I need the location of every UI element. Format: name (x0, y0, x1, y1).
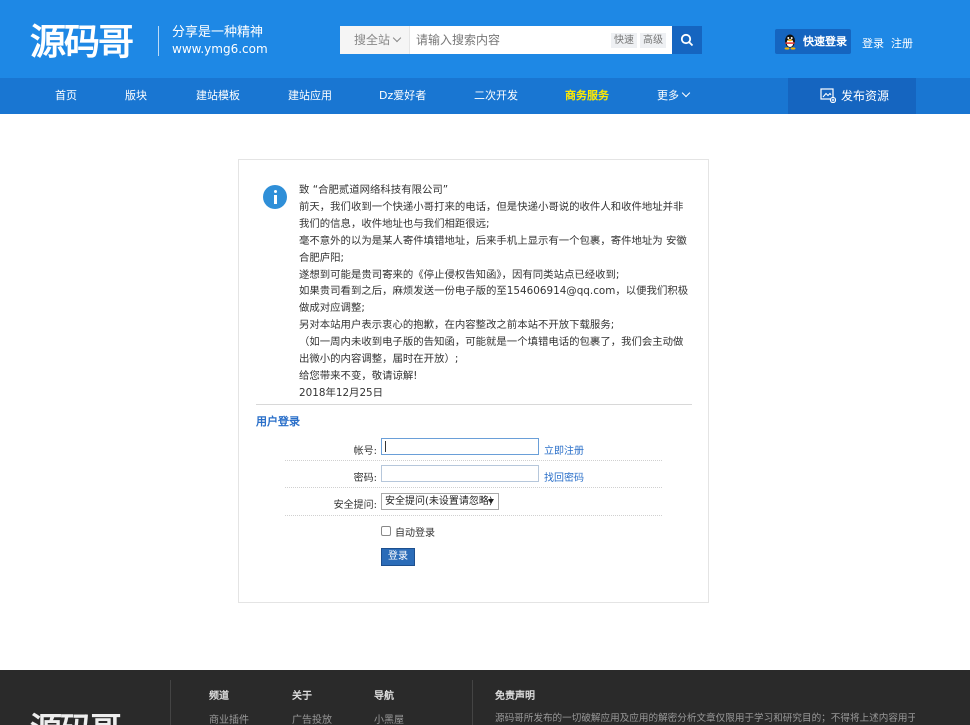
slogan: 分享是一种精神 www.ymg6.com (172, 25, 268, 57)
section-divider (256, 404, 692, 405)
notice-line: 给您带来不变，敬请谅解! (299, 369, 418, 382)
svg-text:源码哥: 源码哥 (30, 710, 121, 725)
nav-more-label: 更多 (657, 89, 679, 102)
info-icon (263, 185, 287, 209)
find-password-link[interactable]: 找回密码 (544, 469, 584, 484)
nav-item-templates[interactable]: 建站模板 (196, 78, 240, 114)
disclaimer-title: 免责声明 (495, 691, 535, 702)
qq-penguin-icon (784, 34, 796, 50)
nav-item-dev[interactable]: 二次开发 (474, 78, 518, 114)
search-bar: 搜全站 快速 高级 (340, 26, 702, 54)
footer-nav-title: 导航 (374, 691, 394, 702)
notice-line: 前天，我们收到一个快递小哥打来的电话，但是快递小哥说的收件人和收件地址并非我们的… (299, 200, 684, 230)
login-submit-button[interactable]: 登录 (381, 548, 415, 566)
notice-line: 毫不意外的以为是某人寄件填错地址，后来手机上显示有一个包裹，寄件地址为 安徽合肥… (299, 234, 687, 264)
site-header: 源码哥 分享是一种精神 www.ymg6.com 搜全站 快速 高级 (0, 0, 970, 78)
publish-icon (820, 88, 836, 103)
search-button[interactable] (672, 26, 702, 54)
security-question-value: 安全提问(未设置请忽略) (385, 496, 493, 507)
main-nav: 首页 版块 建站模板 建站应用 Dz爱好者 二次开发 商务服务 更多 发布资源 (0, 78, 970, 114)
footer-logo: 源码哥 (30, 710, 123, 725)
auto-login-label[interactable]: 自动登录 (395, 524, 435, 539)
site-footer: 源码哥 频道 商业插件 关于 广告投放 导航 小黑屋 免责声明 源码哥所发布的一… (0, 670, 970, 725)
search-scope-dropdown[interactable]: 搜全站 (340, 26, 410, 54)
chevron-down-icon (681, 88, 691, 98)
password-label: 密码: (353, 473, 377, 484)
footer-link-plugins[interactable]: 商业插件 (209, 711, 249, 725)
password-input[interactable] (381, 465, 539, 482)
disclaimer-text: 源码哥所发布的一切破解应用及应用的解密分析文章仅限用于学习和研究目的；不得将上述… (495, 713, 915, 724)
footer-about-title: 关于 (292, 691, 312, 702)
footer-divider (472, 680, 473, 725)
text-cursor (385, 441, 386, 452)
nav-item-more[interactable]: 更多 (657, 78, 691, 114)
auto-login-checkbox[interactable] (381, 526, 391, 536)
login-panel: 致 “合肥贰道网络科技有限公司” 前天，我们收到一个快递小哥打来的电话，但是快递… (238, 159, 709, 603)
publish-resource-button[interactable]: 发布资源 (788, 78, 916, 114)
row-divider (285, 460, 662, 461)
register-link[interactable]: 注册 (891, 35, 913, 51)
quick-login-label: 快速登录 (803, 35, 847, 48)
search-icon (680, 33, 694, 47)
advanced-search-tag[interactable]: 高级 (640, 33, 666, 48)
footer-divider (170, 680, 171, 725)
publish-label: 发布资源 (841, 89, 890, 103)
login-link[interactable]: 登录 (862, 35, 884, 51)
svg-text:源码哥: 源码哥 (30, 22, 133, 60)
search-input[interactable] (416, 30, 606, 50)
search-scope-label: 搜全站 (354, 33, 391, 47)
logo-divider (158, 26, 159, 56)
row-divider (285, 487, 662, 488)
footer-link-blackroom[interactable]: 小黑屋 (374, 711, 404, 725)
notice-line: 遂想到可能是贵司寄来的《停止侵权告知函》，因有同类站点已经收到; (299, 268, 620, 281)
login-section-title: 用户登录 (256, 415, 300, 428)
notice-line: （如一周内未收到电子版的告知函，可能就是一个填错电话的包裹了，我们会主动做出微小… (299, 336, 684, 366)
nav-item-apps[interactable]: 建站应用 (288, 78, 332, 114)
row-divider (285, 515, 662, 516)
site-url: www.ymg6.com (172, 42, 268, 56)
site-logo[interactable]: 源码哥 (30, 18, 148, 60)
notice-line: 致 “合肥贰道网络科技有限公司” (299, 184, 449, 196)
notice-text: 致 “合肥贰道网络科技有限公司” 前天，我们收到一个快递小哥打来的电话，但是快递… (299, 182, 693, 402)
qq-quick-login-button[interactable]: 快速登录 (775, 29, 851, 54)
chevron-down-icon (392, 33, 402, 43)
slogan-text: 分享是一种精神 (172, 25, 264, 40)
security-question-label: 安全提问: (333, 500, 377, 511)
nav-item-home[interactable]: 首页 (55, 78, 77, 114)
quick-search-tag[interactable]: 快速 (611, 33, 637, 48)
notice-line: 另对本站用户表示衷心的抱歉，在内容整改之前本站不开放下载服务; (299, 319, 615, 332)
nav-item-business[interactable]: 商务服务 (565, 78, 609, 114)
register-now-link[interactable]: 立即注册 (544, 442, 584, 457)
footer-channel-title: 频道 (209, 691, 229, 702)
nav-item-dz-fans[interactable]: Dz爱好者 (379, 78, 426, 114)
account-label: 帐号: (353, 446, 377, 457)
notice-line: 如果贵司看到之后，麻烦发送一份电子版的至154606914@qq.com，以便我… (299, 285, 689, 315)
nav-item-forums[interactable]: 版块 (125, 78, 147, 114)
security-question-select[interactable]: 安全提问(未设置请忽略) (381, 493, 499, 510)
notice-date: 2018年12月25日 (299, 386, 384, 399)
footer-link-ads[interactable]: 广告投放 (292, 711, 332, 725)
account-input[interactable] (381, 438, 539, 455)
dropdown-arrow-icon (488, 499, 494, 504)
